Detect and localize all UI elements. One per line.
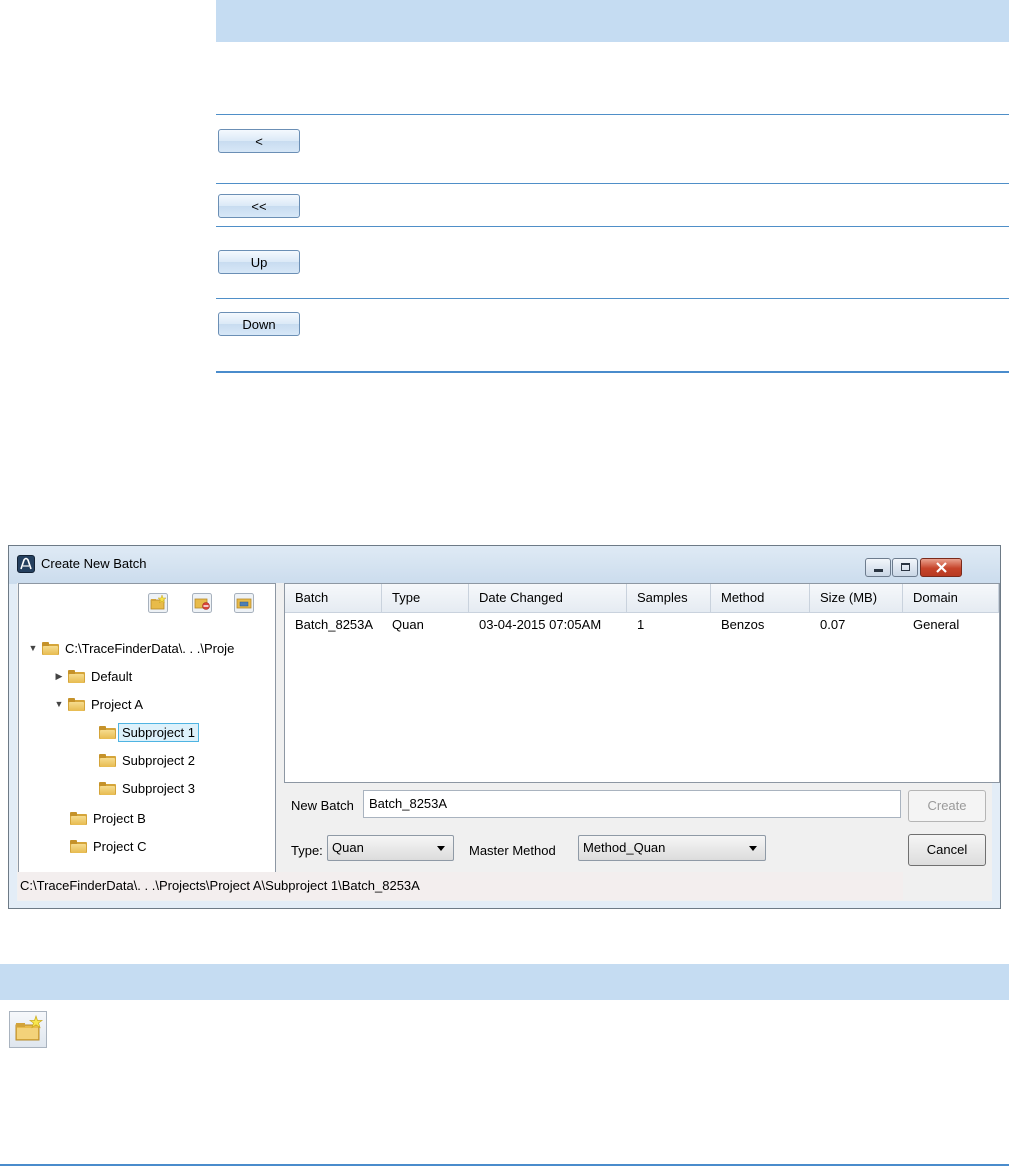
move-up-button[interactable]: Up bbox=[218, 250, 300, 274]
folder-open-icon bbox=[42, 641, 59, 655]
row-divider bbox=[216, 298, 1009, 299]
create-new-batch-dialog: Create New Batch ▼ C:\TraceFinderData\. … bbox=[8, 545, 1001, 909]
cell-type: Quan bbox=[392, 617, 424, 632]
type-label: Type: bbox=[291, 843, 323, 858]
tree-node-subproject-2[interactable]: Subproject 2 bbox=[99, 749, 195, 771]
table-bottom-border bbox=[216, 371, 1009, 373]
move-all-left-button[interactable]: << bbox=[218, 194, 300, 218]
collapse-arrow-icon[interactable]: ▼ bbox=[54, 699, 64, 709]
column-header-type[interactable]: Type bbox=[382, 584, 469, 612]
delete-folder-icon[interactable] bbox=[192, 593, 212, 613]
row-divider bbox=[216, 114, 1009, 115]
move-down-button[interactable]: Down bbox=[218, 312, 300, 336]
tree-node-default[interactable]: ▶ Default bbox=[54, 665, 133, 687]
tree-node-subproject-1[interactable]: Subproject 1 bbox=[99, 721, 199, 743]
cell-samples: 1 bbox=[637, 617, 645, 632]
tree-node-label: Project B bbox=[93, 810, 146, 826]
dropdown-arrow-icon bbox=[749, 846, 757, 851]
master-method-label: Master Method bbox=[469, 843, 556, 858]
tree-node-project-c[interactable]: Project C bbox=[70, 835, 146, 857]
column-header-date-changed[interactable]: Date Changed bbox=[469, 584, 627, 612]
type-select[interactable]: Quan bbox=[327, 835, 454, 861]
column-header-size[interactable]: Size (MB) bbox=[810, 584, 903, 612]
tree-node-label: Subproject 2 bbox=[122, 752, 195, 768]
folder-icon bbox=[68, 669, 85, 683]
maximize-button[interactable] bbox=[892, 558, 918, 577]
collapse-arrow-icon[interactable]: ▼ bbox=[28, 643, 38, 653]
tree-node-root[interactable]: ▼ C:\TraceFinderData\. . .\Proje bbox=[28, 637, 235, 659]
column-header-samples[interactable]: Samples bbox=[627, 584, 711, 612]
tree-node-label: Project A bbox=[91, 696, 144, 712]
new-batch-label: New Batch bbox=[291, 798, 354, 813]
master-method-select-value: Method_Quan bbox=[583, 840, 666, 855]
expand-arrow-icon[interactable]: ▶ bbox=[54, 671, 64, 682]
title-bar[interactable]: Create New Batch bbox=[9, 546, 1000, 584]
new-batch-input[interactable]: Batch_8253A bbox=[363, 790, 901, 818]
new-folder-icon bbox=[9, 1011, 47, 1048]
table-header-row bbox=[0, 964, 1009, 1000]
tree-node-label: Subproject 3 bbox=[122, 780, 195, 796]
batch-grid[interactable]: Batch Type Date Changed Samples Method S… bbox=[284, 583, 1000, 783]
app-logo-icon bbox=[17, 555, 35, 573]
folder-open-icon bbox=[68, 697, 85, 711]
master-method-select[interactable]: Method_Quan bbox=[578, 835, 766, 861]
cell-date-changed: 03-04-2015 07:05AM bbox=[479, 617, 602, 632]
cell-batch: Batch_8253A bbox=[295, 617, 374, 632]
move-left-button[interactable]: < bbox=[218, 129, 300, 153]
maximize-icon bbox=[901, 563, 910, 571]
tree-node-project-a[interactable]: ▼ Project A bbox=[54, 693, 144, 715]
type-select-value: Quan bbox=[332, 840, 364, 855]
close-icon bbox=[936, 562, 947, 573]
table-header-row bbox=[216, 0, 1009, 42]
row-divider bbox=[216, 226, 1009, 227]
minimize-button[interactable] bbox=[865, 558, 891, 577]
cell-domain: General bbox=[913, 617, 960, 632]
grid-header: Batch Type Date Changed Samples Method S… bbox=[285, 584, 999, 613]
column-header-batch[interactable]: Batch bbox=[285, 584, 382, 612]
folder-icon bbox=[99, 781, 116, 795]
tree-node-label: C:\TraceFinderData\. . .\Proje bbox=[65, 640, 235, 656]
status-bar-path: C:\TraceFinderData\. . .\Projects\Projec… bbox=[18, 872, 903, 900]
tree-node-label-selected: Subproject 1 bbox=[118, 722, 199, 742]
folder-open-icon bbox=[99, 725, 116, 739]
project-tree[interactable]: ▼ C:\TraceFinderData\. . .\Proje ▶ Defau… bbox=[18, 583, 276, 873]
dialog-title: Create New Batch bbox=[41, 556, 147, 571]
tree-node-label: Project C bbox=[93, 838, 147, 854]
folder-icon bbox=[99, 753, 116, 767]
dropdown-arrow-icon bbox=[437, 846, 445, 851]
tree-node-label: Default bbox=[91, 668, 133, 684]
column-header-method[interactable]: Method bbox=[711, 584, 810, 612]
tree-node-project-b[interactable]: Project B bbox=[70, 807, 146, 829]
table-bottom-border bbox=[0, 1164, 1009, 1166]
cell-size: 0.07 bbox=[820, 617, 846, 632]
minimize-icon bbox=[874, 569, 883, 572]
column-header-domain[interactable]: Domain bbox=[903, 584, 999, 612]
cell-method: Benzos bbox=[721, 617, 765, 632]
folder-icon bbox=[70, 839, 87, 853]
new-folder-icon[interactable] bbox=[148, 593, 168, 613]
row-divider bbox=[216, 183, 1009, 184]
cancel-button[interactable]: Cancel bbox=[908, 834, 986, 866]
folder-icon bbox=[70, 811, 87, 825]
rename-folder-icon[interactable] bbox=[234, 593, 254, 613]
close-button[interactable] bbox=[920, 558, 962, 577]
tree-node-subproject-3[interactable]: Subproject 3 bbox=[99, 777, 195, 799]
create-button[interactable]: Create bbox=[908, 790, 986, 822]
